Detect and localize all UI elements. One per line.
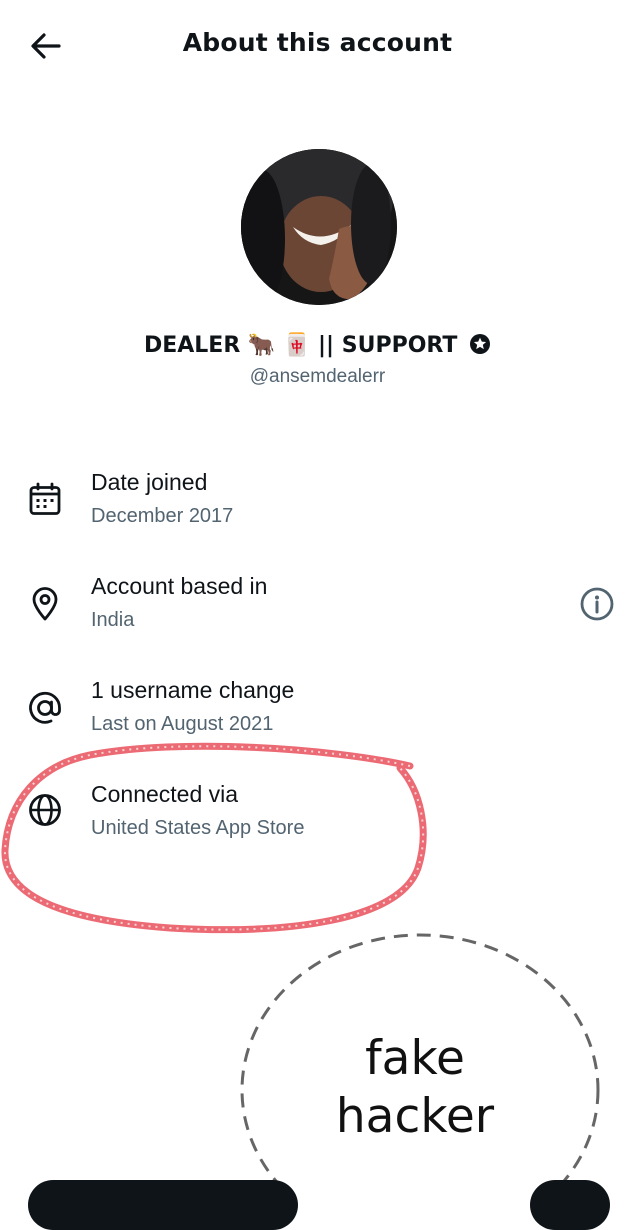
- info-item-account-based-in: Account based in India: [0, 573, 635, 653]
- info-value: Last on August 2021: [91, 713, 274, 735]
- account-location-info-button[interactable]: [579, 586, 615, 622]
- avatar-image: [241, 149, 397, 305]
- info-label: Connected via: [91, 781, 239, 807]
- info-value: December 2017: [91, 505, 234, 527]
- info-item-connected-via: Connected via United States App Store: [0, 781, 635, 861]
- avatar[interactable]: [241, 149, 397, 305]
- calendar-icon: [29, 482, 61, 515]
- bottom-button-partial-right[interactable]: [530, 1180, 610, 1230]
- info-icon: [580, 587, 614, 621]
- header-bar: About this account: [0, 0, 635, 90]
- info-item-date-joined: Date joined December 2017: [0, 469, 635, 549]
- info-label: Date joined: [91, 469, 208, 495]
- page-title: About this account: [182, 28, 453, 57]
- profile-name-row: DEALER 🐂 🀄 || SUPPORT: [0, 333, 635, 358]
- info-value: India: [91, 609, 135, 631]
- profile-handle: @ansemdealerr: [249, 366, 386, 387]
- annotation-caption-line2: hacker: [335, 1089, 495, 1144]
- display-name: DEALER 🐂 🀄 || SUPPORT: [143, 333, 458, 358]
- info-item-username-change: 1 username change Last on August 2021: [0, 677, 635, 757]
- bottom-button-partial[interactable]: [28, 1180, 298, 1230]
- info-label: 1 username change: [91, 677, 295, 703]
- info-value: United States App Store: [91, 817, 305, 839]
- info-label: Account based in: [91, 573, 268, 599]
- annotation-caption-line1: fake: [365, 1031, 465, 1086]
- location-pin-icon: [32, 587, 58, 621]
- globe-icon: [29, 794, 61, 826]
- at-sign-icon: [29, 691, 61, 724]
- verified-star-icon: [470, 334, 491, 354]
